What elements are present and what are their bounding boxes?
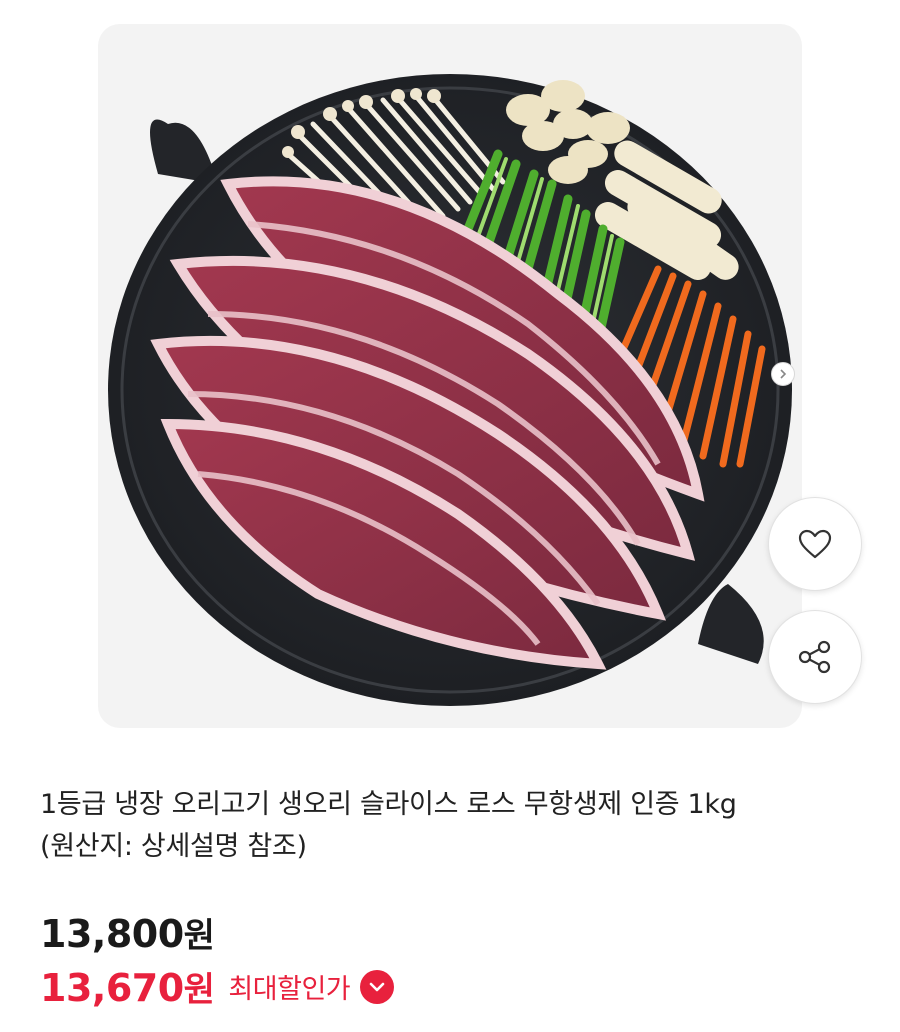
carousel-next-indicator[interactable] xyxy=(771,362,795,386)
product-title-line: 1등급 냉장 오리고기 생오리 슬라이스 로스 무항생제 인증 1kg xyxy=(40,789,737,820)
product-origin-line: (원산지: 상세설명 참조) xyxy=(40,831,307,862)
sale-price-amount: 13,670 xyxy=(40,966,184,1010)
product-title: 1등급 냉장 오리고기 생오리 슬라이스 로스 무항생제 인증 1kg (원산지… xyxy=(40,784,870,868)
like-button[interactable] xyxy=(768,497,862,591)
share-icon xyxy=(798,640,831,674)
product-image[interactable] xyxy=(98,24,802,728)
sale-price-row: 13,670원 최대할인가 xyxy=(40,962,395,1011)
sale-price: 13,670원 xyxy=(40,962,215,1011)
product-photo-illustration xyxy=(108,74,792,706)
original-price-amount: 13,800 xyxy=(40,912,184,956)
max-discount-label: 최대할인가 xyxy=(228,974,351,1005)
share-button[interactable] xyxy=(768,610,862,704)
original-price: 13,800원 xyxy=(40,908,215,957)
chevron-right-icon xyxy=(780,369,787,379)
sale-price-unit: 원 xyxy=(183,970,215,1010)
product-detail-page: 1등급 냉장 오리고기 생오리 슬라이스 로스 무항생제 인증 1kg (원산지… xyxy=(0,0,900,1032)
chevron-down-icon xyxy=(369,982,385,991)
original-price-unit: 원 xyxy=(183,916,215,956)
discount-details-button[interactable] xyxy=(360,969,395,1004)
heart-icon xyxy=(798,529,832,559)
